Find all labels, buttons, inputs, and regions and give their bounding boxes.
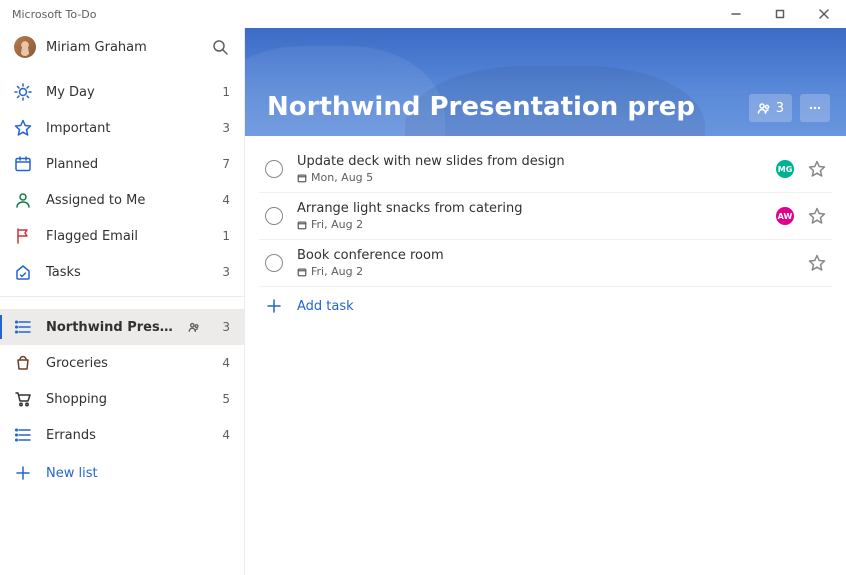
task-row[interactable]: Arrange light snacks from catering Fri, … — [259, 193, 832, 240]
task-meta: Mon, Aug 5 — [297, 171, 762, 184]
title-bar: Microsoft To-Do — [0, 0, 846, 28]
task-title: Update deck with new slides from design — [297, 154, 762, 169]
sidebar-item-count: 1 — [218, 85, 230, 99]
sidebar-item-count: 4 — [218, 428, 230, 442]
sidebar-item-label: My Day — [46, 85, 204, 100]
task-body: Book conference room Fri, Aug 2 — [297, 248, 794, 278]
minimize-button[interactable] — [714, 0, 758, 28]
sidebar-item-important[interactable]: Important 3 — [0, 110, 244, 146]
list-icon — [14, 426, 32, 444]
list-title[interactable]: Northwind Presentation prep — [267, 92, 749, 122]
home-icon — [14, 263, 32, 281]
groceries-icon — [14, 354, 32, 372]
sidebar-item-label: Assigned to Me — [46, 193, 204, 208]
sidebar-item-myday[interactable]: My Day 1 — [0, 74, 244, 110]
close-button[interactable] — [802, 0, 846, 28]
new-list-button[interactable]: New list — [0, 453, 244, 493]
task-body: Arrange light snacks from catering Fri, … — [297, 201, 762, 231]
share-count: 3 — [776, 101, 784, 116]
sidebar-item-assigned[interactable]: Assigned to Me 4 — [0, 182, 244, 218]
task-title: Book conference room — [297, 248, 794, 263]
star-button[interactable] — [808, 160, 826, 178]
cart-icon — [14, 390, 32, 408]
task-due-date: Mon, Aug 5 — [311, 171, 373, 184]
task-title: Arrange light snacks from catering — [297, 201, 762, 216]
user-name: Miriam Graham — [46, 40, 200, 55]
sidebar-item-northwind[interactable]: Northwind Presentation… 3 — [0, 309, 244, 345]
task-body: Update deck with new slides from design … — [297, 154, 762, 184]
flag-icon — [14, 227, 32, 245]
more-options-button[interactable] — [800, 94, 830, 122]
smart-lists: My Day 1 Important 3 Planned 7 — [0, 68, 244, 290]
user-profile[interactable]: Miriam Graham — [0, 28, 244, 68]
sidebar-item-count: 3 — [218, 320, 230, 334]
sidebar-item-count: 4 — [218, 193, 230, 207]
list-header: Northwind Presentation prep 3 — [245, 28, 846, 136]
maximize-button[interactable] — [758, 0, 802, 28]
list-header-actions: 3 — [749, 94, 830, 122]
task-due-date: Fri, Aug 2 — [311, 218, 363, 231]
add-task-label: Add task — [297, 299, 354, 314]
sidebar-item-errands[interactable]: Errands 4 — [0, 417, 244, 453]
shared-icon — [188, 321, 200, 333]
sidebar-item-label: Shopping — [46, 392, 204, 407]
task-meta: Fri, Aug 2 — [297, 218, 762, 231]
assignee-avatar[interactable]: AW — [776, 207, 794, 225]
list-icon — [14, 318, 32, 336]
sun-icon — [14, 83, 32, 101]
custom-lists: Northwind Presentation… 3 Groceries 4 — [0, 303, 244, 453]
task-checkbox[interactable] — [265, 160, 283, 178]
plus-icon — [265, 297, 283, 315]
share-button[interactable]: 3 — [749, 94, 792, 122]
sidebar-item-label: Northwind Presentation… — [46, 320, 174, 335]
sidebar-item-count: 3 — [218, 265, 230, 279]
sidebar-item-label: Important — [46, 121, 204, 136]
task-checkbox[interactable] — [265, 254, 283, 272]
sidebar-item-groceries[interactable]: Groceries 4 — [0, 345, 244, 381]
task-meta: Fri, Aug 2 — [297, 265, 794, 278]
star-icon — [14, 119, 32, 137]
new-list-label: New list — [46, 466, 230, 481]
sidebar-item-count: 5 — [218, 392, 230, 406]
sidebar-item-count: 3 — [218, 121, 230, 135]
task-checkbox[interactable] — [265, 207, 283, 225]
task-row[interactable]: Update deck with new slides from design … — [259, 146, 832, 193]
add-task-button[interactable]: Add task — [259, 287, 832, 325]
sidebar-item-tasks[interactable]: Tasks 3 — [0, 254, 244, 290]
star-button[interactable] — [808, 254, 826, 272]
main-panel: Northwind Presentation prep 3 Update dec… — [245, 28, 846, 575]
sidebar-item-shopping[interactable]: Shopping 5 — [0, 381, 244, 417]
task-due-date: Fri, Aug 2 — [311, 265, 363, 278]
sidebar-item-label: Tasks — [46, 265, 204, 280]
task-row[interactable]: Book conference room Fri, Aug 2 — [259, 240, 832, 287]
sidebar-item-label: Groceries — [46, 356, 204, 371]
sidebar-item-label: Errands — [46, 428, 204, 443]
sidebar-item-planned[interactable]: Planned 7 — [0, 146, 244, 182]
sidebar-item-flagged[interactable]: Flagged Email 1 — [0, 218, 244, 254]
assignee-avatar[interactable]: MG — [776, 160, 794, 178]
plus-icon — [14, 464, 32, 482]
sidebar: Miriam Graham My Day 1 Impor — [0, 28, 245, 575]
avatar — [14, 36, 36, 58]
calendar-icon — [14, 155, 32, 173]
star-button[interactable] — [808, 207, 826, 225]
sidebar-item-count: 7 — [218, 157, 230, 171]
person-icon — [14, 191, 32, 209]
window-controls — [714, 0, 846, 28]
sidebar-item-count: 1 — [218, 229, 230, 243]
search-button[interactable] — [210, 37, 230, 57]
sidebar-item-count: 4 — [218, 356, 230, 370]
sidebar-item-label: Planned — [46, 157, 204, 172]
task-list: Update deck with new slides from design … — [245, 136, 846, 575]
sidebar-item-label: Flagged Email — [46, 229, 204, 244]
divider — [0, 296, 244, 297]
app-title: Microsoft To-Do — [12, 8, 714, 21]
